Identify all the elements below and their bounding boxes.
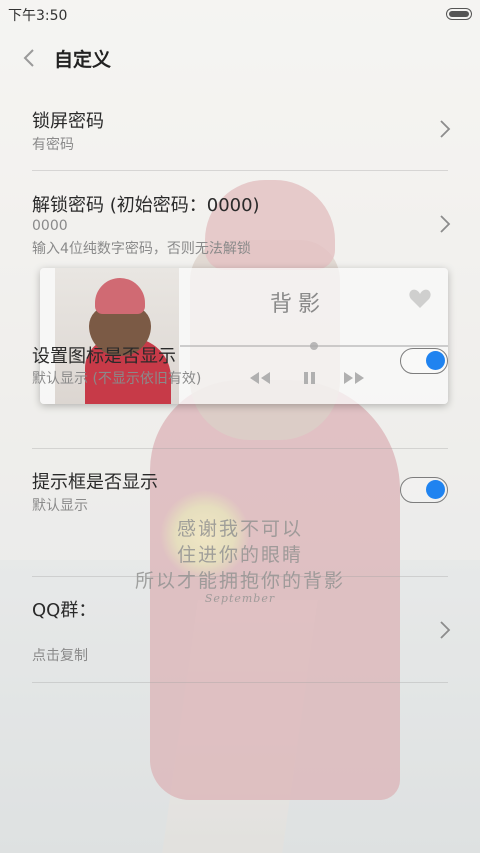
show-tip-box-toggle[interactable] — [400, 477, 448, 503]
chevron-right-icon — [438, 118, 452, 140]
row-title: 设置图标是否显示 — [32, 346, 176, 367]
password-hint: 输入4位纯数字密码，否则无法解锁 — [32, 241, 251, 257]
status-time: 下午3:50 — [8, 8, 68, 24]
divider — [32, 682, 448, 683]
toggle-knob — [426, 480, 445, 499]
song-title: 背影 — [270, 292, 327, 317]
title-bar: 自定义 — [0, 38, 480, 78]
toggle-knob — [426, 351, 445, 370]
row-lock-password[interactable]: 锁屏密码 有密码 — [0, 95, 480, 167]
row-subtitle: 有密码 — [32, 137, 74, 153]
password-value: 0000 — [32, 218, 68, 234]
row-subtitle: 默认显示 — [32, 498, 88, 514]
row-show-settings-icon: 设置图标是否显示 默认显示 (不显示依旧有效) — [0, 330, 480, 420]
row-show-tip-box: 提示框是否显示 默认显示 — [0, 456, 480, 536]
divider — [32, 448, 448, 449]
row-title: 解锁密码 (初始密码：0000) — [32, 195, 260, 216]
chevron-right-icon — [438, 213, 452, 235]
row-subtitle: 点击复制 — [32, 648, 88, 664]
show-settings-icon-toggle[interactable] — [400, 348, 448, 374]
row-title: QQ群： — [32, 600, 97, 621]
page-title: 自定义 — [54, 49, 112, 71]
row-subtitle: 默认显示 (不显示依旧有效) — [32, 371, 202, 387]
row-title: 锁屏密码 — [32, 111, 104, 132]
row-qq-group[interactable]: QQ群： 点击复制 — [0, 584, 480, 682]
row-unlock-password[interactable]: 解锁密码 (初始密码：0000) 0000 输入4位纯数字密码，否则无法解锁 — [0, 178, 480, 268]
chevron-right-icon — [438, 619, 452, 641]
heart-icon[interactable] — [408, 288, 432, 310]
battery-icon — [446, 8, 472, 20]
back-arrow-icon[interactable] — [20, 48, 40, 68]
divider — [32, 170, 448, 171]
divider — [32, 576, 448, 577]
row-title: 提示框是否显示 — [32, 472, 158, 493]
status-bar: 下午3:50 — [0, 0, 480, 28]
